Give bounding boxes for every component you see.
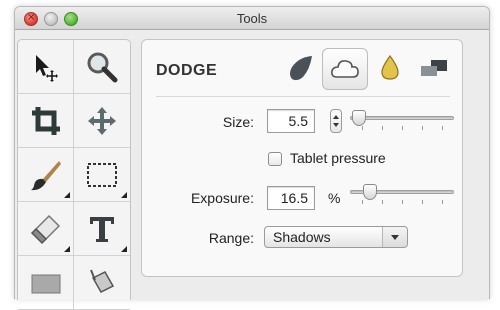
slider-tick bbox=[422, 126, 423, 130]
exposure-slider[interactable] bbox=[350, 184, 454, 206]
mode-smudge[interactable] bbox=[412, 48, 456, 88]
eraser-icon bbox=[30, 214, 60, 244]
exposure-field[interactable]: 16.5 bbox=[267, 186, 315, 210]
tablet-pressure-label: Tablet pressure bbox=[290, 150, 386, 166]
size-stepper[interactable] bbox=[330, 109, 342, 133]
range-value: Shadows bbox=[273, 229, 331, 245]
tool-brush[interactable] bbox=[18, 148, 74, 202]
tool-eraser[interactable] bbox=[18, 202, 74, 256]
stepper-up-icon bbox=[333, 115, 339, 119]
mode-sponge[interactable] bbox=[368, 48, 412, 88]
crop-icon bbox=[31, 106, 60, 135]
chevron-down-icon bbox=[391, 235, 399, 240]
exposure-unit: % bbox=[328, 190, 341, 206]
tool-rectangle-select[interactable] bbox=[74, 148, 130, 202]
move-arrows-icon bbox=[88, 106, 116, 135]
submenu-indicator bbox=[121, 246, 127, 252]
submenu-indicator bbox=[121, 192, 127, 198]
submenu-indicator bbox=[64, 192, 70, 198]
dodge-mode-selector bbox=[278, 48, 456, 90]
paintbrush-icon bbox=[30, 160, 61, 190]
tablet-pressure-checkbox[interactable] bbox=[268, 152, 282, 166]
move-selection-arrow-icon bbox=[35, 54, 58, 82]
divider bbox=[156, 96, 450, 97]
popup-arrow bbox=[382, 227, 407, 247]
stepper-down-icon bbox=[333, 123, 339, 127]
sponge-drop-icon bbox=[381, 54, 399, 80]
slider-tick bbox=[442, 126, 443, 130]
tool-text[interactable] bbox=[74, 202, 130, 256]
burn-icon bbox=[290, 56, 312, 81]
tool-move-selection[interactable] bbox=[18, 40, 74, 94]
tool-rectangle-shape[interactable] bbox=[18, 256, 74, 310]
magnifier-icon bbox=[87, 52, 118, 82]
tool-paint-bucket[interactable] bbox=[74, 256, 130, 310]
rectangle-shape-icon bbox=[31, 274, 60, 293]
slider-tick bbox=[362, 126, 363, 130]
rectangle-select-icon bbox=[87, 162, 117, 187]
size-slider[interactable] bbox=[350, 110, 454, 132]
slider-tick bbox=[402, 126, 403, 130]
tool-zoom[interactable] bbox=[74, 40, 130, 94]
tool-palette bbox=[17, 39, 131, 310]
mode-burn[interactable] bbox=[278, 48, 322, 88]
tool-move[interactable] bbox=[74, 94, 130, 148]
size-label: Size: bbox=[222, 114, 254, 130]
smudge-icon bbox=[421, 60, 447, 76]
tool-crop[interactable] bbox=[18, 94, 74, 148]
slider-tick bbox=[442, 200, 443, 204]
slider-tick bbox=[422, 200, 423, 204]
tool-options-panel: DODGE Size: 5.5 Tablet pressure Exposure… bbox=[141, 39, 463, 277]
size-field[interactable]: 5.5 bbox=[267, 109, 315, 133]
window-title: Tools bbox=[236, 11, 268, 26]
exposure-label: Exposure: bbox=[190, 190, 254, 206]
submenu-indicator bbox=[64, 246, 70, 252]
slider-tick bbox=[382, 126, 383, 130]
title-bar[interactable]: × Tools bbox=[15, 7, 489, 30]
tool-name-heading: DODGE bbox=[156, 62, 218, 79]
slider-tick bbox=[362, 200, 363, 204]
slider-tick bbox=[382, 200, 383, 204]
slider-thumb[interactable] bbox=[362, 184, 377, 200]
range-label: Range: bbox=[208, 230, 254, 246]
slider-thumb[interactable] bbox=[351, 110, 366, 126]
dodge-cloud-icon bbox=[331, 60, 359, 78]
paint-bucket-icon bbox=[90, 269, 115, 293]
range-popup[interactable]: Shadows bbox=[264, 226, 408, 248]
slider-tick bbox=[402, 200, 403, 204]
mode-dodge[interactable] bbox=[322, 48, 368, 90]
text-tool-icon bbox=[90, 216, 114, 242]
